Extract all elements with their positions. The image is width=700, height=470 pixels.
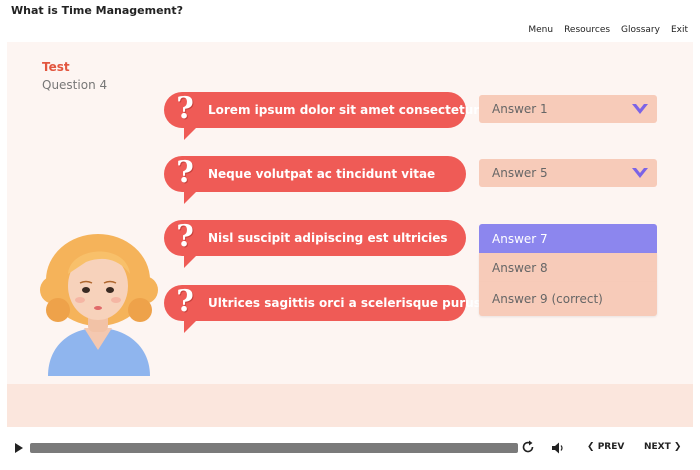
resources-link[interactable]: Resources <box>564 25 610 35</box>
play-icon[interactable] <box>15 443 23 453</box>
chevron-down-icon <box>632 104 648 114</box>
chevron-down-icon <box>632 168 648 178</box>
question-mark-icon: ? <box>176 283 194 319</box>
question-text: Nisl suscipit adipiscing est ultricies <box>208 231 448 245</box>
bubble-tail <box>184 254 198 268</box>
dropdown-value: Answer 5 <box>492 166 548 180</box>
dropdown-option-selected[interactable]: Answer 7 <box>479 224 657 253</box>
prev-label: PREV <box>597 442 625 452</box>
section-label: Test <box>42 60 70 74</box>
question-bubble-2: ? Neque volutpat ac tincidunt vitae <box>164 155 466 204</box>
window-title: What is Time Management? <box>11 4 183 17</box>
question-text: Neque volutpat ac tincidunt vitae <box>208 167 436 181</box>
replay-icon[interactable] <box>521 440 535 454</box>
next-button[interactable]: NEXT ❯ <box>644 442 681 452</box>
question-text: Lorem ipsum dolor sit amet consectetur <box>208 103 480 117</box>
question-bubble-1: ? Lorem ipsum dolor sit amet consectetur <box>164 91 479 140</box>
next-label: NEXT <box>644 442 671 452</box>
bubble-tail <box>184 126 198 140</box>
bubble-tail <box>184 319 198 333</box>
menu-link[interactable]: Menu <box>528 25 553 35</box>
slide-footer-band <box>7 384 693 427</box>
question-bubble-3: ? Nisl suscipit adipiscing est ultricies <box>164 219 466 268</box>
question-bubble-4: ? Ultrices sagittis orci a scelerisque p… <box>164 284 481 333</box>
answer-dropdown-2[interactable]: Answer 5 <box>479 159 657 187</box>
dropdown-value: Answer 1 <box>492 102 548 116</box>
bubble-tail <box>184 190 198 204</box>
question-mark-icon: ? <box>176 90 194 126</box>
volume-icon[interactable] <box>551 441 565 455</box>
dropdown-option[interactable]: Answer 8 <box>479 253 657 282</box>
question-number: Question 4 <box>42 78 108 92</box>
character-avatar <box>40 234 158 376</box>
answer-dropdown-1[interactable]: Answer 1 <box>479 95 657 123</box>
player-controls: ❮ PREV NEXT ❯ <box>0 438 700 460</box>
question-text: Ultrices sagittis orci a scelerisque pur… <box>208 296 481 310</box>
glossary-link[interactable]: Glossary <box>621 25 660 35</box>
progress-bar[interactable] <box>30 443 518 453</box>
exit-link[interactable]: Exit <box>671 25 688 35</box>
top-navigation: Menu Resources Glossary Exit <box>528 25 688 35</box>
prev-button[interactable]: ❮ PREV <box>587 442 624 452</box>
question-mark-icon: ? <box>176 218 194 254</box>
question-mark-icon: ? <box>176 154 194 190</box>
dropdown-option[interactable]: Answer 9 (correct) <box>479 282 657 316</box>
chevron-left-icon: ❮ <box>587 442 595 452</box>
chevron-right-icon: ❯ <box>673 442 682 452</box>
